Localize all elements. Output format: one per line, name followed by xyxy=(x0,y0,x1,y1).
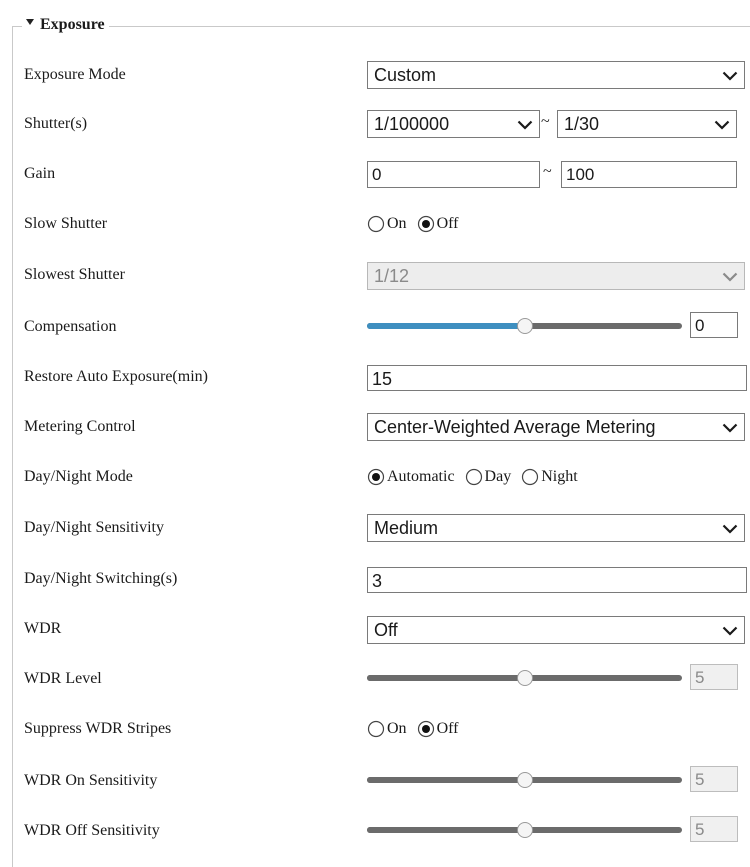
metering-control-select[interactable]: Center-Weighted Average Metering xyxy=(367,413,745,441)
wdr-label: WDR xyxy=(24,620,62,637)
restore-auto-exposure-input[interactable]: 15 xyxy=(367,365,747,391)
wdr-on-sensitivity-label: WDR On Sensitivity xyxy=(24,772,158,789)
slowest-shutter-select: 1/12 xyxy=(367,262,745,290)
chevron-down-icon xyxy=(722,71,738,81)
day-night-mode-label: Day/Night Mode xyxy=(24,468,133,485)
compensation-slider[interactable] xyxy=(367,318,682,334)
slow-shutter-radio-group: On Off xyxy=(367,204,464,244)
compensation-input[interactable]: 0 xyxy=(690,312,738,338)
wdr-on-sensitivity-slider xyxy=(367,772,682,788)
gain-min-input[interactable]: 0 xyxy=(367,161,540,188)
chevron-down-icon xyxy=(714,120,730,130)
day-night-night-option[interactable]: Night xyxy=(521,457,578,497)
range-separator: ~ xyxy=(543,163,552,180)
radio-unchecked-icon[interactable] xyxy=(367,215,385,233)
chevron-down-icon xyxy=(517,120,533,130)
day-night-switching-input[interactable]: 3 xyxy=(367,567,747,593)
slow-shutter-off-option[interactable]: Off xyxy=(417,204,458,244)
slider-thumb[interactable] xyxy=(517,318,533,334)
slow-shutter-on-option[interactable]: On xyxy=(367,204,407,244)
exposure-mode-row: Exposure Mode Custom xyxy=(0,55,750,95)
collapse-triangle-icon[interactable] xyxy=(26,19,34,25)
slider-thumb xyxy=(517,670,533,686)
restore-auto-exposure-label: Restore Auto Exposure(min) xyxy=(24,368,208,385)
slow-shutter-label: Slow Shutter xyxy=(24,215,108,232)
shutter-min-select[interactable]: 1/100000 xyxy=(367,110,540,138)
wdr-off-sensitivity-label: WDR Off Sensitivity xyxy=(24,822,160,839)
wdr-row: WDR Off xyxy=(0,609,750,649)
compensation-label: Compensation xyxy=(24,318,117,335)
section-title: Exposure xyxy=(40,16,105,33)
day-night-day-option[interactable]: Day xyxy=(465,457,511,497)
suppress-wdr-on-option[interactable]: On xyxy=(367,709,407,749)
wdr-level-input: 5 xyxy=(690,664,738,690)
day-night-switching-row: Day/Night Switching(s) 3 xyxy=(0,559,750,599)
slow-shutter-row: Slow Shutter On Off xyxy=(0,204,750,244)
radio-unchecked-icon[interactable] xyxy=(465,468,483,486)
wdr-off-sensitivity-input: 5 xyxy=(690,816,738,842)
suppress-wdr-stripes-row: Suppress WDR Stripes On Off xyxy=(0,709,750,749)
slider-fill xyxy=(367,827,525,833)
gain-max-input[interactable]: 100 xyxy=(561,161,737,188)
radio-unchecked-icon[interactable] xyxy=(367,720,385,738)
exposure-section-header[interactable]: Exposure xyxy=(22,14,109,36)
slider-thumb xyxy=(517,772,533,788)
wdr-on-sensitivity-input: 5 xyxy=(690,766,738,792)
wdr-on-sensitivity-row: WDR On Sensitivity 5 xyxy=(0,761,750,801)
suppress-wdr-stripes-label: Suppress WDR Stripes xyxy=(24,720,172,737)
gain-label: Gain xyxy=(24,165,56,182)
radio-checked-icon[interactable] xyxy=(367,468,385,486)
shutter-max-select[interactable]: 1/30 xyxy=(557,110,737,138)
day-night-sensitivity-select[interactable]: Medium xyxy=(367,514,745,542)
metering-control-row: Metering Control Center-Weighted Average… xyxy=(0,407,750,447)
range-separator: ~ xyxy=(541,113,550,130)
wdr-off-sensitivity-slider xyxy=(367,822,682,838)
wdr-level-slider xyxy=(367,670,682,686)
compensation-row: Compensation 0 xyxy=(0,307,750,347)
wdr-select[interactable]: Off xyxy=(367,616,745,644)
day-night-sensitivity-row: Day/Night Sensitivity Medium xyxy=(0,508,750,548)
exposure-mode-select[interactable]: Custom xyxy=(367,61,745,89)
wdr-level-row: WDR Level 5 xyxy=(0,659,750,699)
exposure-mode-label: Exposure Mode xyxy=(24,66,126,83)
wdr-level-label: WDR Level xyxy=(24,670,102,687)
restore-auto-exposure-row: Restore Auto Exposure(min) 15 xyxy=(0,357,750,397)
slider-thumb xyxy=(517,822,533,838)
slider-fill xyxy=(367,323,525,329)
radio-checked-icon[interactable] xyxy=(417,215,435,233)
metering-control-label: Metering Control xyxy=(24,418,136,435)
slider-fill xyxy=(367,777,525,783)
day-night-automatic-option[interactable]: Automatic xyxy=(367,457,455,497)
radio-checked-icon[interactable] xyxy=(417,720,435,738)
slowest-shutter-row: Slowest Shutter 1/12 xyxy=(0,255,750,295)
gain-row: Gain 0 ~ 100 xyxy=(0,154,750,194)
slowest-shutter-label: Slowest Shutter xyxy=(24,266,125,283)
chevron-down-icon xyxy=(722,272,738,282)
suppress-wdr-off-option[interactable]: Off xyxy=(417,709,458,749)
shutter-label: Shutter(s) xyxy=(24,115,88,132)
suppress-wdr-stripes-radio-group: On Off xyxy=(367,709,464,749)
slider-fill xyxy=(367,675,525,681)
radio-unchecked-icon[interactable] xyxy=(521,468,539,486)
shutter-row: Shutter(s) 1/100000 ~ 1/30 xyxy=(0,104,750,144)
chevron-down-icon xyxy=(722,626,738,636)
wdr-off-sensitivity-row: WDR Off Sensitivity 5 xyxy=(0,811,750,851)
day-night-mode-radio-group: Automatic Day Night xyxy=(367,457,584,497)
day-night-mode-row: Day/Night Mode Automatic Day Night xyxy=(0,457,750,497)
day-night-switching-label: Day/Night Switching(s) xyxy=(24,570,178,587)
chevron-down-icon xyxy=(722,524,738,534)
day-night-sensitivity-label: Day/Night Sensitivity xyxy=(24,519,164,536)
chevron-down-icon xyxy=(722,423,738,433)
